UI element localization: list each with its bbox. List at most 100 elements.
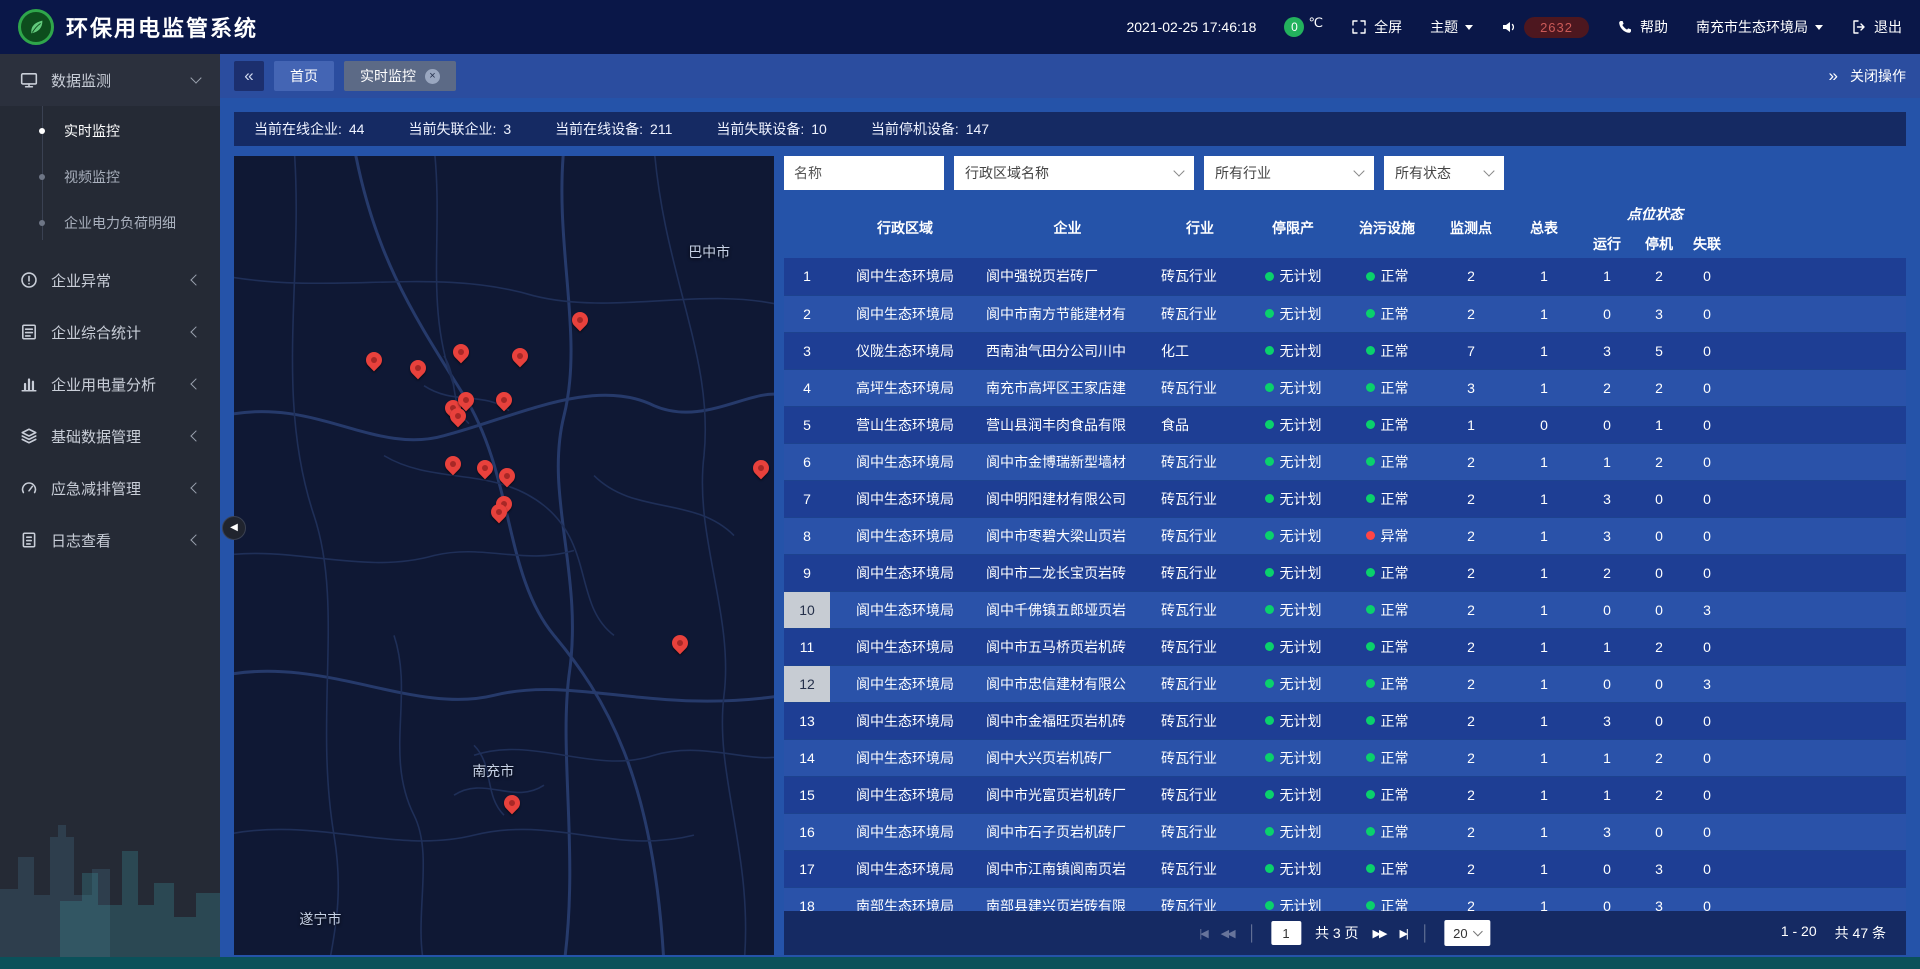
table-row[interactable]: 8阆中生态环境局阆中市枣碧大梁山页岩砖瓦行业无计划异常21300 bbox=[784, 517, 1906, 554]
table-row[interactable]: 14阆中生态环境局阆中大兴页岩机砖厂砖瓦行业无计划正常21120 bbox=[784, 739, 1906, 776]
lost-cell: 0 bbox=[1683, 517, 1731, 554]
table-row[interactable]: 10阆中生态环境局阆中千佛镇五郎垭页岩砖瓦行业无计划正常21003 bbox=[784, 591, 1906, 628]
table-row[interactable]: 4高坪生态环境局南充市高坪区王家店建砖瓦行业无计划正常31220 bbox=[784, 369, 1906, 406]
tabs-back-button[interactable]: « bbox=[234, 61, 264, 91]
close-operations-button[interactable]: 关闭操作 bbox=[1850, 66, 1906, 86]
org-name: 南充市生态环境局 bbox=[1696, 17, 1808, 37]
last-page-button[interactable]: ▶| bbox=[1399, 927, 1406, 940]
current-page-input[interactable]: 1 bbox=[1271, 921, 1301, 945]
tab-home[interactable]: 首页 bbox=[274, 61, 334, 91]
region-cell: 阆中生态环境局 bbox=[830, 739, 980, 776]
table-row[interactable]: 13阆中生态环境局阆中市金福旺页岩机砖砖瓦行业无计划正常21300 bbox=[784, 702, 1906, 739]
close-icon[interactable]: × bbox=[425, 69, 440, 84]
sidebar-group-log-view[interactable]: 日志查看 bbox=[0, 514, 220, 566]
logout-button[interactable]: 退出 bbox=[1851, 17, 1902, 37]
industry-select[interactable]: 所有行业 bbox=[1204, 156, 1374, 190]
table-row[interactable]: 18南部生态环境局南部县建兴页岩砖有限砖瓦行业无计划正常21030 bbox=[784, 887, 1906, 911]
production-status-cell: 无计划 bbox=[1245, 776, 1341, 813]
company-cell: 阆中市枣碧大梁山页岩 bbox=[980, 517, 1155, 554]
meters-cell: 1 bbox=[1509, 369, 1579, 406]
region-cell: 阆中生态环境局 bbox=[830, 258, 980, 295]
announcement-area[interactable]: 2632 bbox=[1501, 17, 1589, 38]
map-pin[interactable] bbox=[753, 460, 769, 476]
map-pin[interactable] bbox=[672, 635, 688, 651]
row-index-cell: 16 bbox=[784, 813, 830, 850]
sidebar-item-power-load-detail[interactable]: 企业电力负荷明细 bbox=[0, 200, 220, 246]
lost-cell: 0 bbox=[1683, 443, 1731, 480]
facility-status-cell: 正常 bbox=[1341, 813, 1433, 850]
company-cell: 阆中市金博瑞新型墙材 bbox=[980, 443, 1155, 480]
filler-cell bbox=[1731, 628, 1906, 665]
table-row[interactable]: 2阆中生态环境局阆中市南方节能建材有砖瓦行业无计划正常21030 bbox=[784, 295, 1906, 332]
table-row[interactable]: 3仪陇生态环境局西南油气田分公司川中化工无计划正常71350 bbox=[784, 332, 1906, 369]
table-row[interactable]: 5营山生态环境局营山县润丰肉食品有限食品无计划正常10010 bbox=[784, 406, 1906, 443]
help-button[interactable]: 帮助 bbox=[1617, 17, 1668, 37]
double-chevron-right-icon[interactable]: » bbox=[1829, 66, 1838, 86]
lost-cell: 0 bbox=[1683, 776, 1731, 813]
map-pin[interactable] bbox=[445, 456, 461, 472]
table-row[interactable]: 12阆中生态环境局阆中市忠信建材有限公砖瓦行业无计划正常21003 bbox=[784, 665, 1906, 702]
map-pin[interactable] bbox=[504, 795, 520, 811]
table-row[interactable]: 7阆中生态环境局阆中明阳建材有限公司砖瓦行业无计划正常21300 bbox=[784, 480, 1906, 517]
next-page-button[interactable]: ▶▶ bbox=[1373, 927, 1386, 940]
page-size-value: 20 bbox=[1453, 926, 1467, 941]
map-pin[interactable] bbox=[572, 312, 588, 328]
region-cell: 阆中生态环境局 bbox=[830, 591, 980, 628]
sidebar-group-emergency-management[interactable]: 应急减排管理 bbox=[0, 462, 220, 514]
page-size-select[interactable]: 20 bbox=[1444, 920, 1490, 946]
sidebar-group-data-monitoring[interactable]: 数据监测 bbox=[0, 54, 220, 106]
stat-online-devices: 当前在线设备: 211 bbox=[555, 119, 672, 139]
prev-page-button[interactable]: ◀◀ bbox=[1221, 927, 1234, 940]
sidebar-group-power-analysis[interactable]: 企业用电量分析 bbox=[0, 358, 220, 410]
name-search-input[interactable] bbox=[784, 156, 944, 190]
region-select[interactable]: 行政区域名称 bbox=[954, 156, 1194, 190]
theme-dropdown[interactable]: 主题 bbox=[1430, 17, 1473, 37]
company-cell: 营山县润丰肉食品有限 bbox=[980, 406, 1155, 443]
meters-cell: 1 bbox=[1509, 850, 1579, 887]
map-pin[interactable] bbox=[458, 392, 474, 408]
map-pin[interactable] bbox=[477, 460, 493, 476]
table-row[interactable]: 9阆中生态环境局阆中市二龙长宝页岩砖砖瓦行业无计划正常21200 bbox=[784, 554, 1906, 591]
production-status-cell: 无计划 bbox=[1245, 258, 1341, 295]
sidebar-group-company-abnormal[interactable]: 企业异常 bbox=[0, 254, 220, 306]
map-pin[interactable] bbox=[499, 468, 515, 484]
filler-cell bbox=[1731, 665, 1906, 702]
map-collapse-button[interactable]: ◀ bbox=[222, 516, 246, 540]
row-index-cell: 9 bbox=[784, 554, 830, 591]
map-pin[interactable] bbox=[453, 344, 469, 360]
status-dot bbox=[1265, 827, 1274, 836]
production-status-cell: 无计划 bbox=[1245, 554, 1341, 591]
table-row[interactable]: 16阆中生态环境局阆中市石子页岩机砖厂砖瓦行业无计划正常21300 bbox=[784, 813, 1906, 850]
map-pin[interactable] bbox=[491, 504, 507, 520]
map-pin[interactable] bbox=[450, 408, 466, 424]
sidebar-group-company-statistics[interactable]: 企业综合统计 bbox=[0, 306, 220, 358]
body-row: 巴中市南充市遂宁市 ◀ 行政区域名称 bbox=[234, 156, 1906, 955]
pagination-bar: |◀ ◀◀ │ 1 共 3 页 ▶▶ ▶| │ 20 bbox=[784, 911, 1906, 955]
sidebar-item-video-monitor[interactable]: 视频监控 bbox=[0, 154, 220, 200]
org-dropdown[interactable]: 南充市生态环境局 bbox=[1696, 17, 1823, 37]
filler-cell bbox=[1731, 554, 1906, 591]
sidebar-group-base-data[interactable]: 基础数据管理 bbox=[0, 410, 220, 462]
table-row[interactable]: 1阆中生态环境局阆中强锐页岩砖厂砖瓦行业无计划正常21120 bbox=[784, 258, 1906, 295]
status-select[interactable]: 所有状态 bbox=[1384, 156, 1504, 190]
first-page-button[interactable]: |◀ bbox=[1199, 927, 1206, 940]
table-row[interactable]: 15阆中生态环境局阆中市光富页岩机砖厂砖瓦行业无计划正常21120 bbox=[784, 776, 1906, 813]
tab-realtime-monitor[interactable]: 实时监控 × bbox=[344, 61, 456, 91]
table-row[interactable]: 11阆中生态环境局阆中市五马桥页岩机砖砖瓦行业无计划正常21120 bbox=[784, 628, 1906, 665]
company-cell: 西南油气田分公司川中 bbox=[980, 332, 1155, 369]
map-pin[interactable] bbox=[496, 392, 512, 408]
layers-icon bbox=[20, 427, 38, 445]
map-pin[interactable] bbox=[366, 352, 382, 368]
table-row[interactable]: 17阆中生态环境局阆中市江南镇阆南页岩砖瓦行业无计划正常21030 bbox=[784, 850, 1906, 887]
fullscreen-button[interactable]: 全屏 bbox=[1351, 17, 1402, 37]
facility-status-cell: 正常 bbox=[1341, 591, 1433, 628]
map-pin[interactable] bbox=[512, 348, 528, 364]
map[interactable]: 巴中市南充市遂宁市 bbox=[234, 156, 774, 955]
region-cell: 阆中生态环境局 bbox=[830, 813, 980, 850]
region-cell: 仪陇生态环境局 bbox=[830, 332, 980, 369]
map-pin[interactable] bbox=[410, 360, 426, 376]
sidebar-item-realtime-monitor[interactable]: 实时监控 bbox=[0, 108, 220, 154]
production-status-cell: 无计划 bbox=[1245, 406, 1341, 443]
stat-value: 211 bbox=[650, 121, 672, 137]
table-row[interactable]: 6阆中生态环境局阆中市金博瑞新型墙材砖瓦行业无计划正常21120 bbox=[784, 443, 1906, 480]
